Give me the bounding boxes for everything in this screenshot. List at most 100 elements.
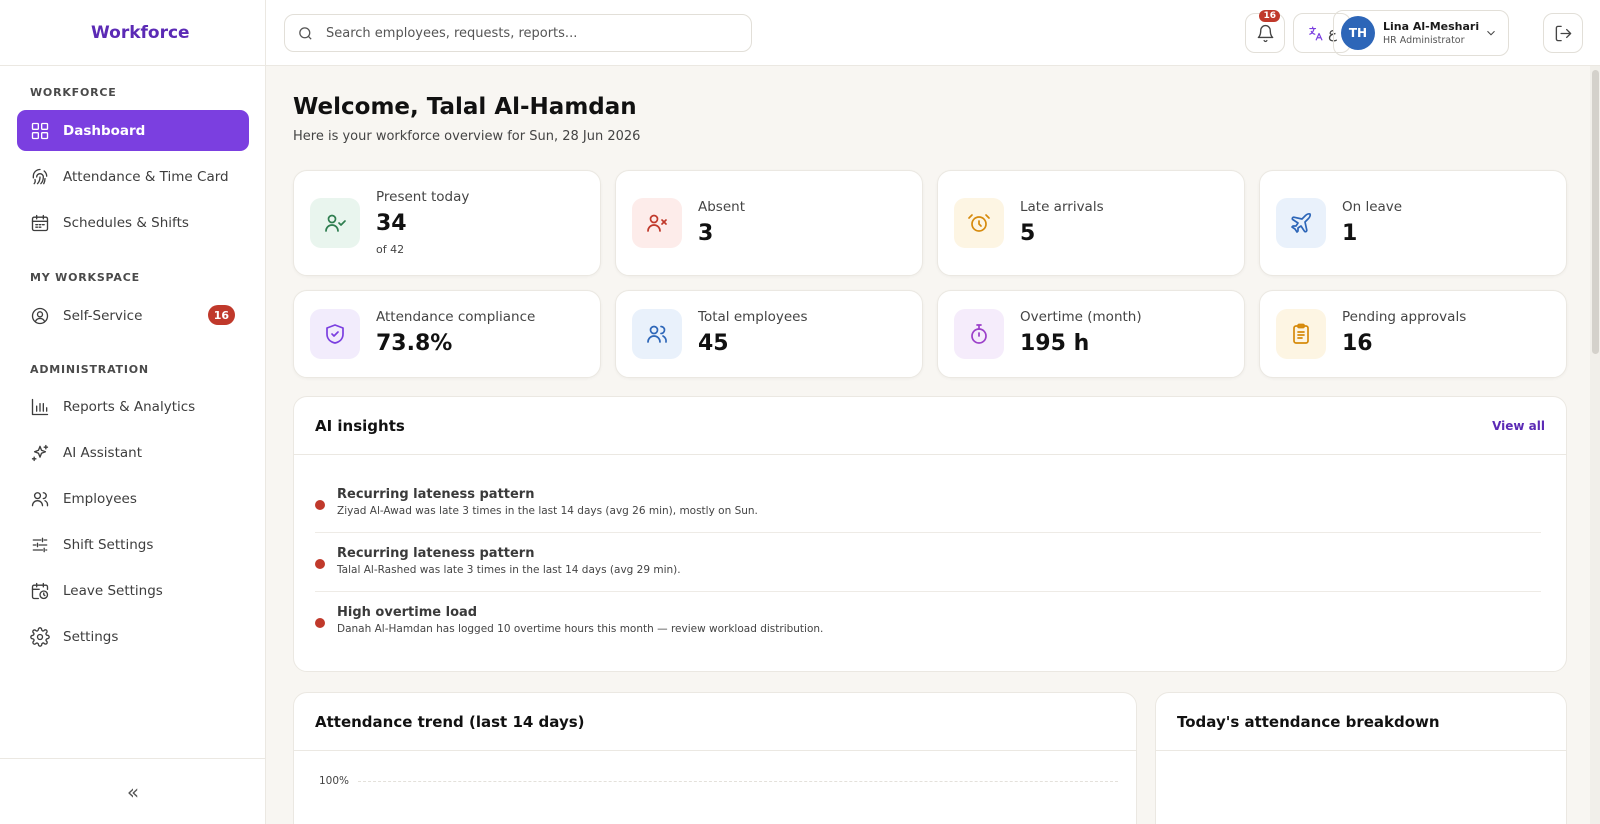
- sidebar: Workforce WORKFORCE Dashboard Attendance…: [0, 0, 266, 824]
- page-subtitle: Here is your workforce overview for Sun,…: [293, 129, 641, 144]
- users-icon: [30, 489, 50, 509]
- sidebar-item-label: Shift Settings: [63, 536, 154, 553]
- sidebar-item-attendance[interactable]: Attendance & Time Card: [17, 156, 249, 197]
- section-title-administration: ADMINISTRATION: [30, 363, 149, 376]
- chevron-down-icon: [1487, 30, 1495, 36]
- user-menu[interactable]: TH Lina Al-Meshari HR Administrator: [1333, 10, 1509, 56]
- stat-card-compliance[interactable]: Attendance compliance 73.8%: [293, 290, 601, 378]
- section-title-my-workspace: MY WORKSPACE: [30, 271, 140, 284]
- search-icon: [299, 26, 312, 40]
- scrollbar-thumb[interactable]: [1592, 70, 1599, 354]
- stat-label: Late arrivals: [1020, 199, 1104, 215]
- card-header: AI insights View all: [294, 397, 1566, 455]
- alarm-clock-icon: [954, 198, 1004, 248]
- insight-title: High overtime load: [337, 605, 478, 620]
- gear-icon: [30, 626, 50, 647]
- topbar: 16 ع TH Lina Al-Meshari HR Administrator: [266, 0, 1600, 66]
- stat-value: 45: [698, 331, 729, 356]
- card-title: AI insights: [315, 416, 405, 435]
- sidebar-item-self-service[interactable]: Self-Service 16: [17, 295, 249, 336]
- alert-dot: [315, 618, 325, 628]
- clipboard-icon: [1276, 309, 1326, 359]
- insight-item[interactable]: Recurring lateness pattern Ziyad Al-Awad…: [315, 483, 1541, 533]
- stat-card-overtime[interactable]: Overtime (month) 195 h: [937, 290, 1245, 378]
- user-name: Lina Al-Meshari: [1383, 20, 1480, 33]
- sidebar-item-schedules[interactable]: Schedules & Shifts: [17, 202, 249, 243]
- view-all-link[interactable]: View all: [1492, 419, 1545, 433]
- stat-value: 34: [376, 211, 407, 236]
- notifications-badge: 16: [1259, 10, 1280, 22]
- insight-desc: Ziyad Al-Awad was late 3 times in the la…: [337, 505, 758, 517]
- stat-sub: of 42: [376, 243, 405, 256]
- stat-value: 73.8%: [376, 331, 453, 356]
- self-service-badge: 16: [207, 305, 235, 325]
- sidebar-item-employees[interactable]: Employees: [17, 478, 249, 519]
- card-title: Today's attendance breakdown: [1177, 712, 1440, 731]
- stat-value: 3: [698, 221, 714, 246]
- stat-label: On leave: [1342, 199, 1403, 215]
- users-icon: [632, 309, 682, 359]
- insight-item[interactable]: High overtime load Danah Al-Hamdan has l…: [315, 601, 1541, 651]
- card-title: Attendance trend (last 14 days): [315, 712, 585, 731]
- double-chevron-left-icon: «: [126, 779, 140, 804]
- notifications-button[interactable]: 16: [1245, 10, 1285, 53]
- user-x-icon: [632, 198, 682, 248]
- user-role: HR Administrator: [1383, 35, 1465, 46]
- stat-card-on-leave[interactable]: On leave 1: [1259, 170, 1567, 276]
- card-header: Attendance trend (last 14 days): [294, 693, 1136, 751]
- fingerprint-icon: [30, 167, 50, 187]
- sidebar-item-dashboard[interactable]: Dashboard: [17, 110, 249, 151]
- stat-value: 195 h: [1020, 331, 1090, 356]
- sidebar-item-ai-assistant[interactable]: AI Assistant: [17, 432, 249, 473]
- sidebar-item-label: Settings: [63, 628, 119, 645]
- avatar: TH: [1341, 16, 1375, 50]
- stat-card-absent[interactable]: Absent 3: [615, 170, 923, 276]
- main-content: Welcome, Talal Al-Hamdan Here is your wo…: [266, 66, 1586, 824]
- sidebar-item-label: Leave Settings: [63, 582, 163, 599]
- sidebar-item-settings[interactable]: Settings: [17, 616, 249, 657]
- stat-label: Overtime (month): [1020, 309, 1142, 325]
- stat-card-total-employees[interactable]: Total employees 45: [615, 290, 923, 378]
- insight-title: Recurring lateness pattern: [337, 487, 535, 502]
- stat-label: Absent: [698, 199, 745, 215]
- sparkles-icon: [30, 443, 50, 463]
- sliders-icon: [30, 535, 50, 555]
- attendance-breakdown-card: Today's attendance breakdown: [1155, 692, 1567, 824]
- stat-card-present[interactable]: Present today 34 of 42: [293, 170, 601, 276]
- search-box[interactable]: [284, 14, 752, 52]
- stat-value: 16: [1342, 331, 1373, 356]
- sidebar-item-label: Employees: [63, 490, 137, 507]
- stat-card-pending-approvals[interactable]: Pending approvals 16: [1259, 290, 1567, 378]
- section-title-workforce: WORKFORCE: [30, 86, 117, 99]
- sidebar-item-reports[interactable]: Reports & Analytics: [17, 386, 249, 427]
- stat-label: Attendance compliance: [376, 309, 536, 325]
- sidebar-item-label: Schedules & Shifts: [63, 214, 189, 231]
- insight-desc: Danah Al-Hamdan has logged 10 overtime h…: [337, 623, 824, 635]
- stat-label: Pending approvals: [1342, 309, 1467, 325]
- sidebar-item-shift-settings[interactable]: Shift Settings: [17, 524, 249, 565]
- search-input[interactable]: [326, 25, 726, 41]
- logout-icon: [1555, 25, 1571, 41]
- alert-dot: [315, 559, 325, 569]
- alert-dot: [315, 500, 325, 510]
- insight-item[interactable]: Recurring lateness pattern Talal Al-Rash…: [315, 542, 1541, 592]
- stat-label: Total employees: [698, 309, 808, 325]
- stat-label: Present today: [376, 189, 470, 205]
- y-axis-tick-label: 100%: [319, 775, 350, 787]
- stat-value: 5: [1020, 221, 1036, 246]
- bell-icon: [1257, 24, 1273, 42]
- page-title: Welcome, Talal Al-Hamdan: [293, 94, 637, 120]
- attendance-trend-card: Attendance trend (last 14 days) 100%: [293, 692, 1137, 824]
- shield-check-icon: [310, 309, 360, 359]
- brand-logo[interactable]: Workforce: [0, 0, 265, 66]
- stat-card-late[interactable]: Late arrivals 5: [937, 170, 1245, 276]
- sidebar-item-leave-settings[interactable]: Leave Settings: [17, 570, 249, 611]
- sidebar-collapse-button[interactable]: «: [0, 758, 266, 824]
- calendar-clock-icon: [30, 581, 50, 601]
- sidebar-item-label: Reports & Analytics: [63, 398, 196, 415]
- calendar-icon: [30, 213, 50, 233]
- sidebar-item-label: AI Assistant: [63, 444, 143, 461]
- sidebar-item-label: Dashboard: [63, 122, 146, 139]
- logout-button[interactable]: [1543, 13, 1583, 53]
- bar-chart-icon: [30, 397, 50, 417]
